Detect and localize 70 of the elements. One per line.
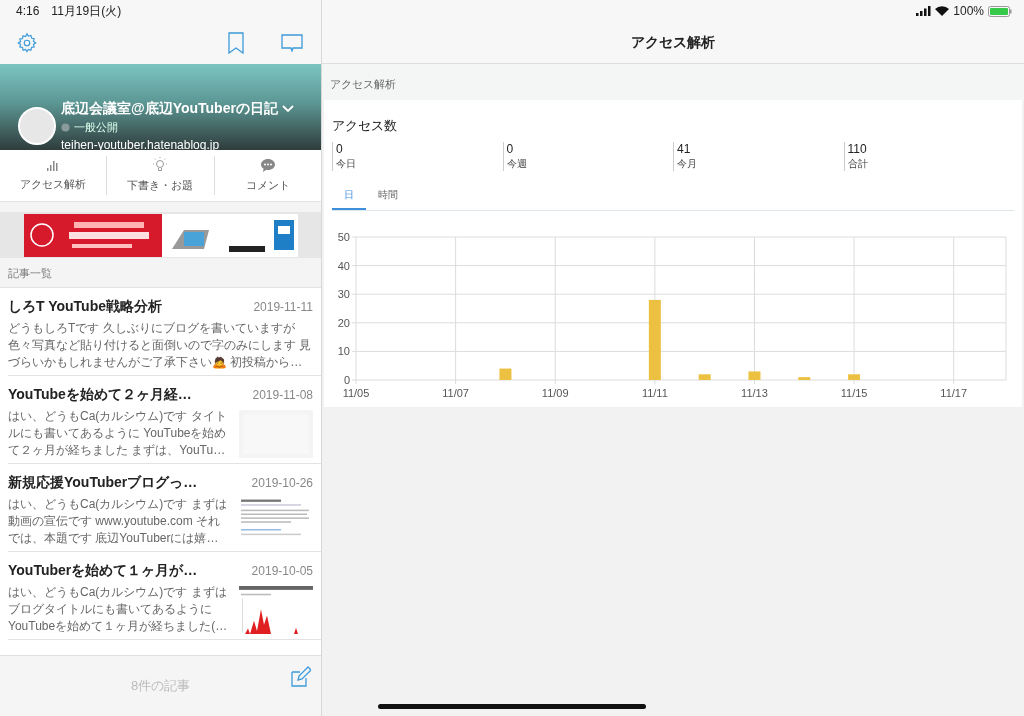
settings-icon[interactable] xyxy=(16,32,38,54)
status-date: 11月19日(火) xyxy=(51,3,122,20)
stat-label: 合計 xyxy=(847,156,869,171)
article-date: 2019-11-11 xyxy=(253,299,313,316)
battery-icon xyxy=(988,5,1012,17)
stat-label: 今月 xyxy=(677,156,698,171)
article-date: 2019-10-05 xyxy=(251,563,313,580)
axis-label: 11/11 xyxy=(641,386,668,399)
speech-bubble-icon[interactable] xyxy=(281,34,303,52)
globe-icon xyxy=(61,122,70,132)
blog-title[interactable]: 底辺会議室@底辺YouTuberの日記 xyxy=(61,98,278,119)
axis-label: 11/09 xyxy=(541,386,569,399)
article-title: YouTuberを始めて１ヶ月が… xyxy=(8,561,198,580)
article-excerpt: はい、どうもCa(カルシウム)です タイトルにも書いてあるように YouTubeを始めて２ヶ月が経ちました まずは、YouTu… xyxy=(8,408,228,459)
bookmark-icon[interactable] xyxy=(227,32,245,54)
tab[interactable]: 日 xyxy=(332,186,366,210)
battery-percent: 100% xyxy=(953,3,984,20)
article-item[interactable]: しろT YouTube戦略分析 2019-11-11 どうもしろTです 久しぶりにブログを書いていますが色々写真など貼り付けると面倒いので字のみにします 見づらいかもしれませんがご了承下さい🙇 初投稿から… xyxy=(8,288,321,376)
status-time: 4:16 xyxy=(16,3,40,20)
section-label: 記事一覧 xyxy=(8,265,52,281)
article-title: YouTubeを始めて２ヶ月経… xyxy=(8,385,192,404)
signal-icon xyxy=(916,6,932,16)
article-excerpt: はい、どうもCa(カルシウム)です まずは動画の宣伝です www.youtube.com それでは、本題です 底辺YouTuberには嬉… xyxy=(8,496,228,547)
stat-label: 今週 xyxy=(506,156,528,171)
stat-value: 0 xyxy=(506,141,515,156)
axis-label: 30 xyxy=(337,287,350,300)
article-excerpt: どうもしろTです 久しぶりにブログを書いていますが色々写真など貼り付けると面倒いので字のみにします 見づらいかもしれませんがご了承下さい🙇 初投稿から… xyxy=(8,320,313,371)
article-item[interactable]: YouTuberを始めて１ヶ月が… 2019-10-05 はい、どうもCa(カルシウム)です まずはブログタイトルにも書いてあるように YouTubeを始めて１ヶ月が経ちました(… xyxy=(8,552,321,640)
menu-tab[interactable]: アクセス解析 xyxy=(0,156,107,195)
ad-banner[interactable] xyxy=(0,212,321,258)
chevron-down-icon[interactable] xyxy=(281,104,294,113)
article-excerpt: はい、どうもCa(カルシウム)です まずはブログタイトルにも書いてあるように YouTubeを始めて１ヶ月が経ちました(… xyxy=(8,584,229,635)
section-label: アクセス解析 xyxy=(330,76,396,92)
tab[interactable]: 時間 xyxy=(366,186,410,210)
axis-label: 20 xyxy=(337,316,350,329)
axis-label: 50 xyxy=(337,230,350,243)
bar xyxy=(748,370,761,380)
axis-label: 11/07 xyxy=(442,386,469,399)
axis-label: 11/15 xyxy=(840,386,868,399)
visibility-label: 一般公開 xyxy=(74,120,118,135)
bar xyxy=(798,376,811,380)
bar xyxy=(698,373,711,380)
bar xyxy=(499,368,512,380)
speech-bubble-icon xyxy=(259,157,276,173)
article-date: 2019-11-08 xyxy=(252,387,313,404)
stat-value: 0 xyxy=(336,141,344,156)
axis-label: 11/13 xyxy=(741,386,768,399)
bar-chart-icon xyxy=(46,158,61,173)
card-title: アクセス数 xyxy=(331,117,398,135)
axis-label: 11/17 xyxy=(940,386,968,399)
wifi-icon xyxy=(935,6,950,16)
article-item[interactable]: YouTubeを始めて２ヶ月経… 2019-11-08 はい、どうもCa(カルシウム)です タイトルにも書いてあるように YouTubeを始めて２ヶ月が経ちました まずは、YouTu… xyxy=(8,376,321,464)
menu-tab[interactable]: 下書き・お題 xyxy=(106,156,214,195)
stat-value: 41 xyxy=(677,141,692,156)
stat-value: 110 xyxy=(847,141,868,156)
lightbulb-icon xyxy=(153,157,168,174)
bar xyxy=(848,373,861,380)
axis-label: 10 xyxy=(337,344,350,357)
compose-icon[interactable] xyxy=(289,666,311,688)
article-item[interactable]: 新規応援YouTuberブログっ… 2019-10-26 はい、どうもCa(カルシウム)です まずは動画の宣伝です www.youtube.com それでは、本題です 底辺YouTuberには嬉… xyxy=(8,464,321,552)
axis-label: 0 xyxy=(343,373,350,386)
page-title: アクセス解析 xyxy=(631,33,715,52)
axis-label: 11/05 xyxy=(342,386,370,399)
axis-label: 40 xyxy=(337,259,350,272)
menu-tab[interactable]: コメント xyxy=(213,156,321,195)
article-date: 2019-10-26 xyxy=(251,475,313,492)
article-title: 新規応援YouTuberブログっ… xyxy=(8,473,198,492)
stat-label: 今日 xyxy=(336,156,357,171)
article-title: しろT YouTube戦略分析 xyxy=(8,297,162,316)
avatar[interactable] xyxy=(18,106,56,145)
